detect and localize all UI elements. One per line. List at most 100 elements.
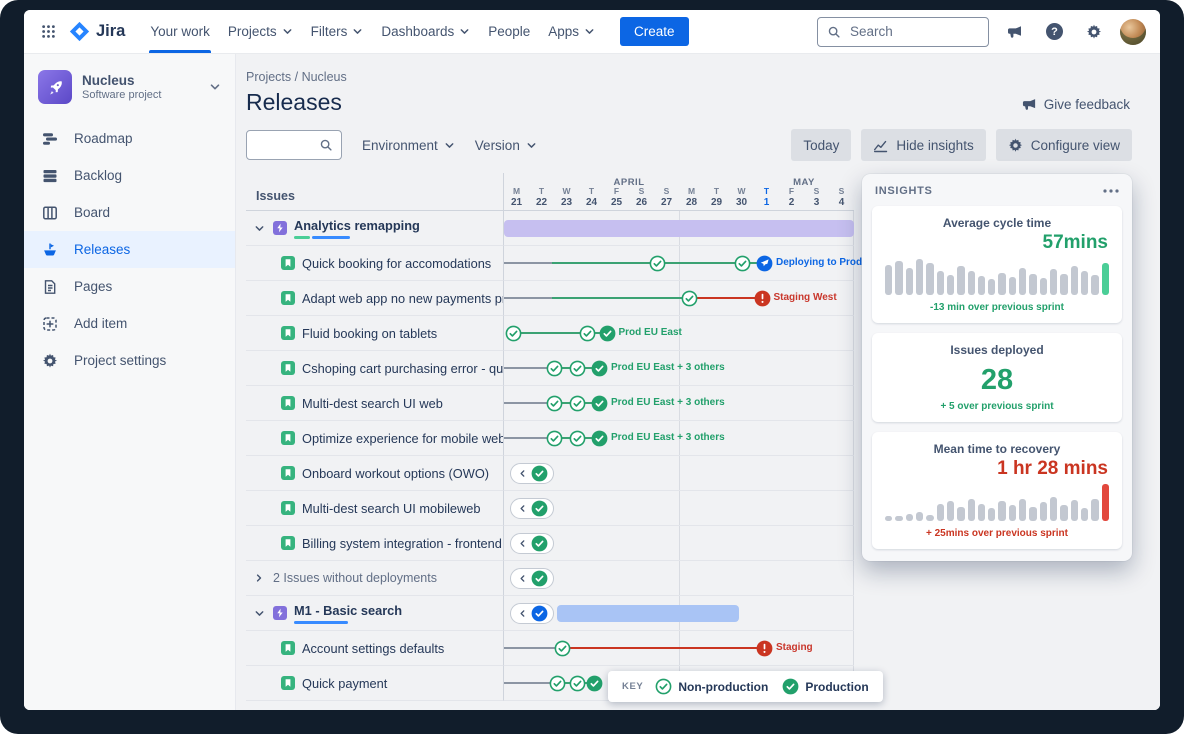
check-filled-icon[interactable] xyxy=(599,325,616,342)
configure-view-button[interactable]: Configure view xyxy=(996,129,1132,161)
timeline-row-cshoping-cart-purchasing-error-quick: Cshoping cart purchasing error - quickPr… xyxy=(246,351,854,386)
release-bar[interactable] xyxy=(504,220,854,237)
project-switcher[interactable]: Nucleus Software project xyxy=(24,68,235,120)
issue-cell-onboard-workout-options-owo[interactable]: Onboard workout options (OWO) xyxy=(246,456,504,491)
day-of-week: T xyxy=(754,187,779,197)
day-of-week: F xyxy=(604,187,629,197)
insight-card-caption: -13 min over previous sprint xyxy=(884,302,1110,313)
check-filled-icon[interactable] xyxy=(591,395,608,412)
chevron-down-icon[interactable] xyxy=(254,223,266,234)
check-outline-icon[interactable] xyxy=(549,675,566,692)
check-outline-icon[interactable] xyxy=(569,360,586,377)
megaphone-icon[interactable] xyxy=(1002,19,1028,45)
sidebar-item-backlog[interactable]: Backlog xyxy=(24,157,235,194)
global-search-input[interactable] xyxy=(848,23,979,40)
nav-item-filters[interactable]: Filters xyxy=(302,10,373,53)
more-options-icon[interactable] xyxy=(1103,189,1119,193)
collapsed-deployments-pill[interactable] xyxy=(510,498,554,519)
jira-logo[interactable]: Jira xyxy=(69,21,125,42)
sidebar-item-board[interactable]: Board xyxy=(24,194,235,231)
issue-label: 2 Issues without deployments xyxy=(273,571,437,585)
environment-filter[interactable]: Environment xyxy=(362,138,455,153)
filter-search-input[interactable] xyxy=(255,137,319,154)
issue-cell-multi-dest-search-ui-web[interactable]: Multi-dest search UI web xyxy=(246,386,504,421)
chevron-down-icon[interactable] xyxy=(254,608,266,619)
sidebar-item-add-item[interactable]: Add item xyxy=(24,305,235,342)
check-outline-icon[interactable] xyxy=(734,255,751,272)
user-avatar[interactable] xyxy=(1120,19,1146,45)
nav-item-apps[interactable]: Apps xyxy=(539,10,604,53)
check-outline-icon[interactable] xyxy=(579,325,596,342)
day-number: 26 xyxy=(629,197,654,208)
app-switcher-icon[interactable] xyxy=(36,19,61,44)
nav-item-your-work[interactable]: Your work xyxy=(141,10,219,53)
check-filled-icon[interactable] xyxy=(591,430,608,447)
issue-cell-analytics-remapping[interactable]: Analytics remapping xyxy=(246,211,504,246)
hide-insights-button[interactable]: Hide insights xyxy=(861,129,985,161)
insight-cards: Average cycle time57mins-13 min over pre… xyxy=(862,206,1132,549)
collapsed-deployments-pill[interactable] xyxy=(510,533,554,554)
sidebar-item-roadmap[interactable]: Roadmap xyxy=(24,120,235,157)
check-outline-icon[interactable] xyxy=(569,430,586,447)
issue-label: Quick payment xyxy=(302,676,387,691)
chevron-right-icon[interactable] xyxy=(254,573,266,583)
version-filter-label: Version xyxy=(475,138,520,153)
day-number: 23 xyxy=(554,197,579,208)
check-outline-icon[interactable] xyxy=(554,640,571,657)
issue-cell-quick-payment[interactable]: Quick payment xyxy=(246,666,504,701)
check-outline-icon[interactable] xyxy=(546,395,563,412)
nav-item-projects[interactable]: Projects xyxy=(219,10,302,53)
version-filter[interactable]: Version xyxy=(475,138,537,153)
sidebar-item-project-settings[interactable]: Project settings xyxy=(24,342,235,379)
issue-label: Multi-dest search UI web xyxy=(302,396,443,411)
global-search[interactable] xyxy=(817,17,989,47)
release-bar[interactable] xyxy=(557,605,740,622)
track-segment xyxy=(504,402,552,404)
check-filled-icon[interactable] xyxy=(586,675,603,692)
issue-cell-quick-booking-for-accomodations[interactable]: Quick booking for accomodations xyxy=(246,246,504,281)
issue-cell-optimize-experience-for-mobile-web[interactable]: Optimize experience for mobile web xyxy=(246,421,504,456)
warning-icon[interactable] xyxy=(754,290,771,307)
nav-item-dashboards[interactable]: Dashboards xyxy=(372,10,479,53)
issue-cell-account-settings-defaults[interactable]: Account settings defaults xyxy=(246,631,504,666)
create-button[interactable]: Create xyxy=(620,17,689,46)
track-segment xyxy=(504,682,552,684)
warning-icon[interactable] xyxy=(756,640,773,657)
collapsed-deployments-pill[interactable] xyxy=(510,463,554,484)
check-outline-icon[interactable] xyxy=(569,675,586,692)
check-outline-icon[interactable] xyxy=(681,290,698,307)
breadcrumb[interactable]: Projects / Nucleus xyxy=(246,70,1144,84)
issue-cell-2-issues-without-deployments[interactable]: 2 Issues without deployments xyxy=(246,561,504,596)
key-item-label: Production xyxy=(805,680,868,694)
check-outline-icon[interactable] xyxy=(649,255,666,272)
epic-label-wrap: M1 - Basic search xyxy=(294,603,402,624)
collapsed-deployments-pill[interactable] xyxy=(510,568,554,589)
collapsed-deployments-pill[interactable] xyxy=(510,603,554,624)
timeline-cell: Staging xyxy=(504,631,854,666)
issue-cell-multi-dest-search-ui-mobileweb[interactable]: Multi-dest search UI mobileweb xyxy=(246,491,504,526)
issue-cell-fluid-booking-on-tablets[interactable]: Fluid booking on tablets xyxy=(246,316,504,351)
issue-cell-m1-basic-search[interactable]: M1 - Basic search xyxy=(246,596,504,631)
check-outline-icon[interactable] xyxy=(546,360,563,377)
timeline-cell: Prod EU East + 3 others xyxy=(504,351,854,386)
check-filled-icon[interactable] xyxy=(591,360,608,377)
sidebar-item-pages[interactable]: Pages xyxy=(24,268,235,305)
issue-cell-adapt-web-app-no-new-payments-provi[interactable]: Adapt web app no new payments provi xyxy=(246,281,504,316)
issue-label: Cshoping cart purchasing error - quick xyxy=(302,361,504,376)
help-icon[interactable]: ? xyxy=(1041,18,1068,45)
today-button[interactable]: Today xyxy=(791,129,851,161)
nav-item-people[interactable]: People xyxy=(479,10,539,53)
settings-gear-icon[interactable] xyxy=(1081,19,1107,45)
give-feedback-button[interactable]: Give feedback xyxy=(1022,97,1130,112)
issue-cell-billing-system-integration-frontend[interactable]: Billing system integration - frontend xyxy=(246,526,504,561)
epic-icon xyxy=(273,606,287,620)
day-of-week: M xyxy=(679,187,704,197)
check-outline-icon[interactable] xyxy=(505,325,522,342)
check-outline-icon[interactable] xyxy=(546,430,563,447)
issue-cell-cshoping-cart-purchasing-error-quick[interactable]: Cshoping cart purchasing error - quick xyxy=(246,351,504,386)
deploy-icon[interactable] xyxy=(756,255,773,272)
filter-search[interactable] xyxy=(246,130,342,160)
topnav-right: ? xyxy=(817,17,1146,47)
check-outline-icon[interactable] xyxy=(569,395,586,412)
sidebar-item-releases[interactable]: Releases xyxy=(24,231,235,268)
